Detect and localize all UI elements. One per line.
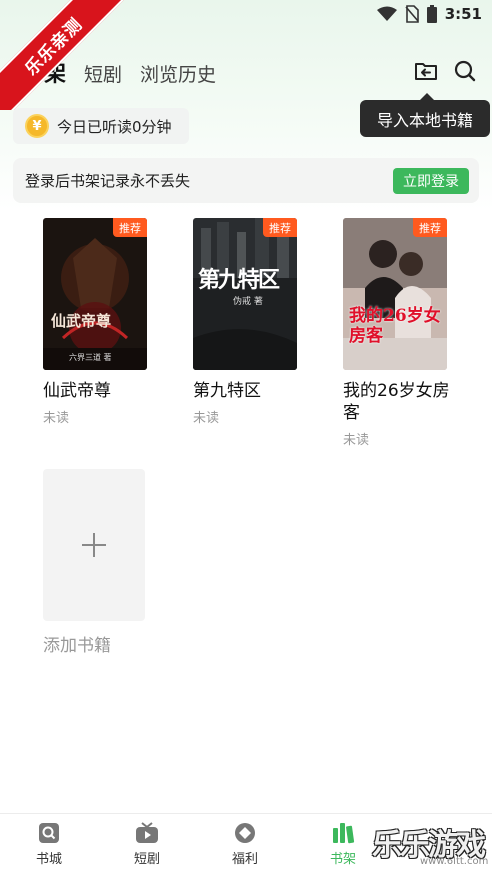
nav-label-bookstore: 书城 [35,852,62,867]
login-banner-text: 登录后书架记录永不丢失 [25,172,191,190]
nav-item-bookstore[interactable]: 书城 [0,814,98,874]
gift-icon [235,823,255,843]
import-tooltip: 导入本地书籍 [360,93,490,137]
book-read-status: 未读 [193,411,220,426]
battery-icon [426,5,437,23]
import-folder-icon[interactable] [413,58,439,84]
status-icons: 3:51 [376,5,482,23]
add-book-button[interactable] [43,469,145,621]
book-cover-art [43,218,147,370]
book-title[interactable]: 第九特区 [193,380,305,402]
status-time: 3:51 [444,5,482,23]
nav-item-welfare[interactable]: 福利 [196,814,294,874]
nav-label-bookshelf: 书架 [329,852,356,867]
plus-icon [82,533,106,557]
book-read-status: 未读 [343,433,370,448]
book-item[interactable]: 推荐 我的26岁女房客 我的26岁女房客 未读 [343,218,473,448]
book-cover[interactable]: 推荐 我的26岁女房客 [343,218,447,370]
tab-browse-history[interactable]: 浏览历史 [140,60,216,87]
nav-label-short-drama: 短剧 [133,852,160,867]
book-title[interactable]: 我的26岁女房客 [343,380,455,424]
book-cover[interactable]: 推荐 仙武帝尊 六界三道 著 [43,218,147,370]
book-cover[interactable]: 推荐 第九特区 伪戒 著 [193,218,297,370]
book-cover-title: 我的26岁女房客 [349,306,441,346]
tv-icon [136,822,158,843]
nav-label-welfare: 福利 [231,852,258,867]
nav-item-short-drama[interactable]: 短剧 [98,814,196,874]
book-cover-author: 六界三道 著 [69,353,112,362]
add-book-label: 添加书籍 [43,636,111,656]
search-icon[interactable] [452,58,478,84]
no-sim-icon [405,5,419,23]
book-cover-title: 仙武帝尊 [51,312,112,330]
recommend-badge: 推荐 [413,218,447,237]
login-banner: 登录后书架记录永不丢失 立即登录 [13,158,479,203]
book-cover-title: 第九特区 [198,267,280,293]
add-book-item[interactable]: 添加书籍 [43,469,145,656]
login-button[interactable]: 立即登录 [393,168,469,194]
watermark-ribbon-text: 乐乐亲测 [0,0,130,110]
book-item[interactable]: 推荐 仙武帝尊 六界三道 著 仙武帝尊 未读 [43,218,173,426]
book-title[interactable]: 仙武帝尊 [43,380,155,402]
watermark-url: www.6ltt.com [420,856,489,867]
wifi-icon [376,6,397,21]
coin-icon: ¥ [25,114,49,138]
book-cover-art [343,218,447,370]
book-read-status: 未读 [43,411,70,426]
listen-time-text: 今日已听读0分钟 [57,117,172,136]
watermark-ribbon: 乐乐亲测 [0,0,130,110]
recommend-badge: 推荐 [113,218,147,237]
bookstore-icon [39,823,59,843]
book-item[interactable]: 推荐 第九特区 伪戒 著 第九特区 未读 [193,218,323,426]
recommend-badge: 推荐 [263,218,297,237]
book-cover-author: 伪戒 著 [233,297,263,307]
listen-time-pill[interactable]: ¥ 今日已听读0分钟 [13,108,189,144]
bookshelf-icon [333,823,355,844]
